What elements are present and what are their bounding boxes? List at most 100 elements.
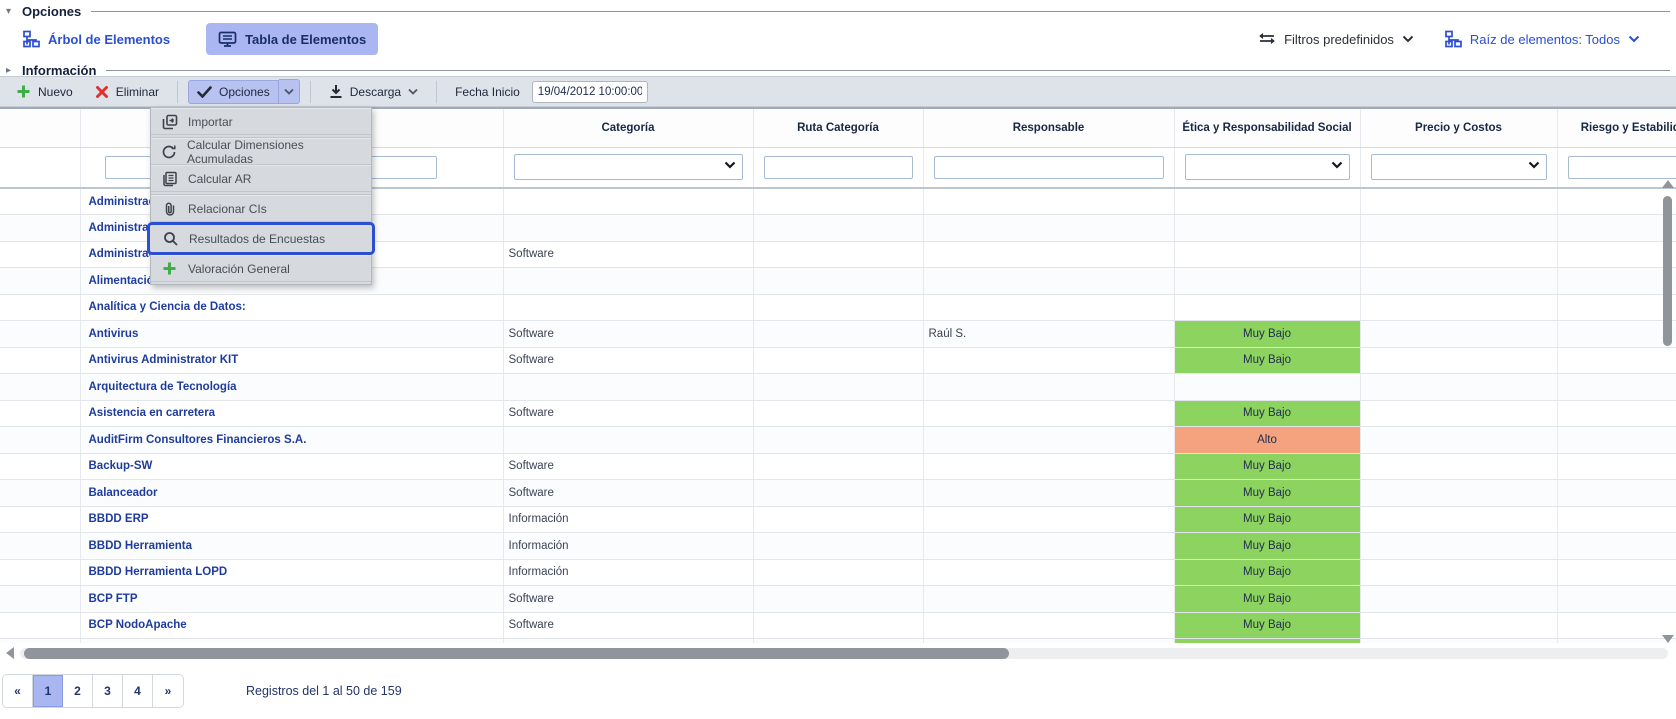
ruta-categoria-filter-input[interactable] <box>764 156 913 179</box>
section-opciones: ▾ Opciones <box>0 0 1676 21</box>
table-monitor-icon <box>218 30 237 48</box>
element-name-link[interactable]: BBDD ERP <box>80 506 503 533</box>
check-icon <box>197 86 212 98</box>
new-button[interactable]: Nuevo <box>8 80 81 103</box>
categoria-filter-select[interactable] <box>514 154 743 180</box>
horizontal-scroll-track[interactable] <box>20 648 1668 659</box>
vertical-scroll-thumb[interactable] <box>1663 196 1672 346</box>
responsable-cell <box>923 294 1174 321</box>
chevron-down-icon <box>408 88 418 95</box>
precio-filter-select[interactable] <box>1371 154 1547 180</box>
rating-badge: Muy Bajo <box>1175 507 1360 533</box>
etica-rating-cell: Muy Bajo <box>1174 400 1360 427</box>
pagination-bar: «1234» Registros del 1 al 50 de 159 <box>2 674 402 708</box>
page-button-3[interactable]: 3 <box>93 675 123 707</box>
table-row: BCP FTPSoftwareMuy Bajo <box>0 586 1676 613</box>
row-select-cell <box>0 559 80 586</box>
element-name-link[interactable]: BBDD Herramienta LOPD <box>80 559 503 586</box>
categoria-cell: Información <box>503 559 753 586</box>
collapse-triangle-icon[interactable]: ▾ <box>6 6 16 17</box>
download-button[interactable]: Descarga <box>321 80 426 103</box>
options-dropdown-arrow[interactable] <box>279 79 300 104</box>
riesgo-filter-input[interactable] <box>1568 156 1676 179</box>
options-button[interactable]: Opciones <box>188 80 279 104</box>
toolbar-separator <box>310 81 311 103</box>
delete-button-label: Eliminar <box>116 85 159 99</box>
element-name-link[interactable]: Arquitectura de Tecnología <box>80 374 503 401</box>
predefined-filters-dropdown[interactable]: Filtros predefinidos <box>1258 31 1414 47</box>
ruta-categoria-cell <box>753 294 923 321</box>
precio-cell <box>1360 586 1557 613</box>
scroll-up-arrow-icon[interactable] <box>1662 180 1674 188</box>
riesgo-cell <box>1557 294 1676 321</box>
element-name-link[interactable]: Balanceador <box>80 480 503 507</box>
table-row: Backup-SWSoftwareMuy Bajo <box>0 453 1676 480</box>
element-name-link[interactable]: AuditFirm Consultores Financieros S.A. <box>80 427 503 454</box>
responsable-cell <box>923 639 1174 644</box>
menu-item-importar[interactable]: Importar <box>151 108 371 135</box>
column-header-categoría[interactable]: Categoría <box>503 109 753 147</box>
riesgo-cell <box>1557 215 1676 242</box>
section-divider <box>106 70 1670 71</box>
menu-item-calcular-ar[interactable]: Calcular AR <box>151 165 371 192</box>
element-name-link[interactable]: Backup-SW <box>80 453 503 480</box>
scroll-down-arrow-icon[interactable] <box>1662 635 1674 643</box>
precio-cell <box>1360 639 1557 644</box>
element-name-link[interactable]: BCP FTP <box>80 586 503 613</box>
etica-rating-cell <box>1174 215 1360 242</box>
etica-filter-select[interactable] <box>1185 154 1350 180</box>
row-select-cell <box>0 321 80 348</box>
tree-view-button[interactable]: Árbol de Elementos <box>10 23 182 55</box>
element-name-link[interactable]: Antivirus <box>80 321 503 348</box>
riesgo-cell <box>1557 453 1676 480</box>
element-name-link[interactable]: Antivirus Administrator KIT <box>80 347 503 374</box>
responsable-cell <box>923 268 1174 295</box>
root-elements-dropdown[interactable]: Raíz de elementos: Todos <box>1444 30 1640 48</box>
column-header-ética-y-responsabilidad-social[interactable]: Ética y Responsabilidad Social <box>1174 109 1360 147</box>
expand-triangle-icon[interactable]: ▸ <box>6 65 16 76</box>
row-select-cell <box>0 347 80 374</box>
page-button-2[interactable]: 2 <box>63 675 93 707</box>
etica-rating-cell: Muy Bajo <box>1174 506 1360 533</box>
row-select-cell <box>0 374 80 401</box>
riesgo-cell <box>1557 612 1676 639</box>
element-name-link[interactable]: Asistencia en carretera <box>80 400 503 427</box>
element-name-link[interactable]: Analítica y Ciencia de Datos: <box>80 294 503 321</box>
etica-rating-cell <box>1174 268 1360 295</box>
column-header-responsable[interactable]: Responsable <box>923 109 1174 147</box>
document-icon <box>161 170 178 187</box>
root-tree-icon <box>1444 30 1462 48</box>
table-view-button[interactable]: Tabla de Elementos <box>206 23 378 55</box>
menu-item-relacionar-cis[interactable]: Relacionar CIs <box>151 195 371 222</box>
menu-item-calcular-dimensiones-acumuladas[interactable]: Calcular Dimensiones Acumuladas <box>151 138 371 165</box>
table-row: Muy Bajo <box>0 639 1676 644</box>
menu-item-valoraci-n-general[interactable]: Valoración General <box>151 255 371 282</box>
vertical-scrollbar[interactable] <box>1662 180 1673 643</box>
row-select-cell <box>0 533 80 560</box>
element-name-link[interactable] <box>80 639 503 644</box>
element-name-link[interactable]: BBDD Herramienta <box>80 533 503 560</box>
ruta-categoria-cell <box>753 188 923 215</box>
column-header-precio-y-costos[interactable]: Precio y Costos <box>1360 109 1557 147</box>
page-button-1[interactable]: 1 <box>33 675 63 707</box>
table-row: Antivirus Administrator KITSoftwareMuy B… <box>0 347 1676 374</box>
responsable-filter-input[interactable] <box>934 156 1164 179</box>
ruta-categoria-cell <box>753 215 923 242</box>
horizontal-scrollbar[interactable] <box>0 645 1676 661</box>
start-date-input[interactable] <box>532 81 648 103</box>
element-name-link[interactable]: BCP NodoApache <box>80 612 503 639</box>
menu-item-resultados-de-encuestas[interactable]: Resultados de Encuestas <box>147 222 375 255</box>
page-button-«[interactable]: « <box>3 675 33 707</box>
responsable-cell <box>923 400 1174 427</box>
horizontal-scroll-thumb[interactable] <box>24 648 1009 659</box>
ruta-categoria-cell <box>753 453 923 480</box>
page-button-4[interactable]: 4 <box>123 675 153 707</box>
row-select-cell <box>0 586 80 613</box>
scroll-left-arrow-icon[interactable] <box>6 647 14 659</box>
responsable-cell <box>923 241 1174 268</box>
column-header-ruta-categoría[interactable]: Ruta Categoría <box>753 109 923 147</box>
page-button-»[interactable]: » <box>153 675 183 707</box>
chevron-down-icon <box>1628 35 1640 43</box>
delete-button[interactable]: Eliminar <box>87 81 167 103</box>
column-header-riesgo-y-estabilidad[interactable]: Riesgo y Estabilidad <box>1557 109 1676 147</box>
